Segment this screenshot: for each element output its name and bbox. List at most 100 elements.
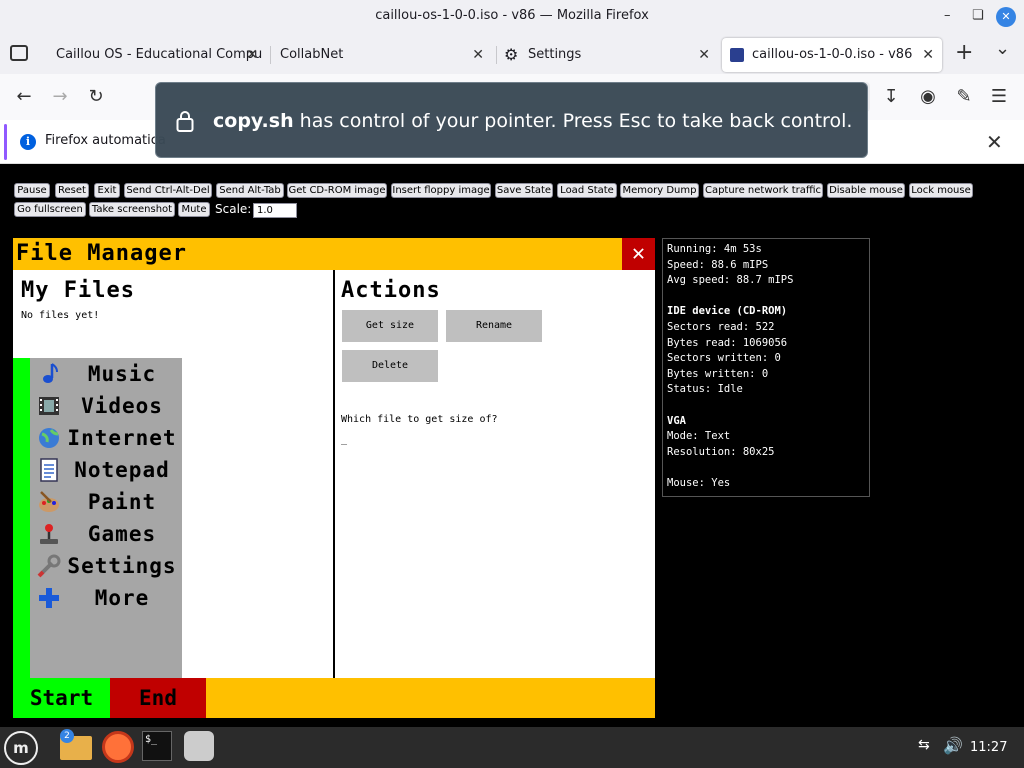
pointer-lock-text: has control of your pointer. Press Esc t… [293, 110, 853, 132]
menu-item-internet[interactable]: Internet [30, 422, 182, 454]
notification-accent [4, 124, 7, 160]
menu-item-label: Paint [87, 490, 157, 514]
menu-item-label: Games [87, 522, 157, 546]
menu-item-label: Internet [67, 426, 177, 450]
hamburger-menu-icon[interactable]: ☰ [986, 84, 1012, 110]
download-icon[interactable]: ↧ [878, 84, 904, 110]
menu-item-videos[interactable]: Videos [30, 390, 182, 422]
reload-icon[interactable]: ↻ [83, 84, 109, 110]
terminal-icon[interactable]: $_ [142, 731, 172, 761]
tab-close-icon[interactable]: ✕ [922, 38, 934, 72]
get-size-button[interactable]: Get size [342, 310, 438, 342]
pane-divider [333, 270, 335, 678]
end-button[interactable]: End [110, 678, 206, 718]
text-cursor: _ [341, 434, 348, 445]
send-alt-tab-button[interactable]: Send Alt-Tab [216, 183, 284, 198]
save-state-button[interactable]: Save State [495, 183, 553, 198]
actions-heading: Actions [341, 278, 441, 303]
menu-item-settings[interactable]: Settings [30, 550, 182, 582]
tab-bar: Caillou OS - Educational Compu ✕ CollabN… [0, 34, 1024, 74]
menu-item-more[interactable]: More [30, 582, 182, 614]
minimize-icon[interactable]: – [944, 0, 951, 32]
menu-item-paint[interactable]: Paint [30, 486, 182, 518]
stats-heading: VGA [667, 414, 686, 427]
memory-dump-button[interactable]: Memory Dump [620, 183, 699, 198]
stats-line: Bytes read: 1069056 [667, 336, 788, 349]
stats-line: Resolution: 80x25 [667, 445, 775, 458]
window-titlebar: caillou-os-1-0-0.iso - v86 — Mozilla Fir… [0, 0, 1024, 34]
stats-line: Speed: 88.6 mIPS [667, 258, 769, 271]
stats-line: Running: 4m 53s [667, 243, 762, 255]
tab-v86[interactable]: caillou-os-1-0-0.iso - v86 ✕ [722, 38, 942, 72]
list-all-tabs-button[interactable]: ⌄ [995, 38, 1010, 59]
notepad-icon [36, 457, 62, 483]
mute-button[interactable]: Mute [178, 202, 210, 217]
menu-item-label: Videos [81, 394, 163, 418]
rename-button[interactable]: Rename [446, 310, 542, 342]
volume-icon[interactable]: 🔊 [943, 736, 963, 755]
stats-line: Bytes written: 0 [667, 367, 769, 380]
exit-button[interactable]: Exit [94, 183, 120, 198]
reset-button[interactable]: Reset [55, 183, 89, 198]
forward-arrow-icon[interactable]: → [47, 84, 73, 110]
disk-icon[interactable] [184, 731, 214, 761]
load-state-button[interactable]: Load State [557, 183, 617, 198]
back-arrow-icon[interactable]: ← [11, 84, 37, 110]
wrench-icon [36, 553, 62, 579]
close-icon[interactable]: ✕ [996, 7, 1016, 27]
account-icon[interactable]: ◉ [915, 84, 941, 110]
notification-text: Firefox automatica [45, 133, 165, 148]
plus-icon [36, 585, 62, 611]
stats-heading: IDE device (CD-ROM) [667, 305, 788, 318]
emulator-stats-panel: Running: 4m 53s Speed: 88.6 mIPS Avg speed… [662, 238, 870, 497]
firefox-view-icon[interactable] [10, 45, 28, 61]
insert-floppy-image-button[interactable]: Insert floppy image [391, 183, 491, 198]
tab-collabnet[interactable]: CollabNet ✕ [270, 38, 492, 72]
menu-item-notepad[interactable]: Notepad [30, 454, 182, 486]
menu-item-label: Music [87, 362, 157, 386]
go-fullscreen-button[interactable]: Go fullscreen [14, 202, 86, 217]
get-cd-rom-image-button[interactable]: Get CD-ROM image [287, 183, 387, 198]
tab-label: caillou-os-1-0-0.iso - v86 [752, 47, 913, 62]
extensions-icon[interactable]: ✎ [951, 84, 977, 110]
file-manager-title: File Manager [13, 238, 655, 270]
take-screenshot-button[interactable]: Take screenshot [89, 202, 175, 217]
delete-button[interactable]: Delete [342, 350, 438, 382]
menu-item-label: More [94, 586, 150, 610]
stats-line: Mode: Text [667, 430, 731, 443]
mint-menu-icon[interactable]: m [4, 731, 38, 765]
network-icon[interactable]: ⇆ [918, 737, 930, 753]
menu-item-music[interactable]: Music [30, 358, 182, 390]
stats-line: Sectors written: 0 [667, 352, 781, 365]
emulator-screen[interactable]: File Manager ✕ My Files No files yet! Ac… [13, 238, 655, 718]
start-button[interactable]: Start [13, 678, 110, 718]
disable-mouse-button[interactable]: Disable mouse [827, 183, 905, 198]
lock-mouse-button[interactable]: Lock mouse [909, 183, 973, 198]
clock[interactable]: 11:27 [970, 727, 1007, 768]
tab-close-icon[interactable]: ✕ [246, 38, 258, 72]
tab-settings[interactable]: ⚙ Settings ✕ [496, 38, 718, 72]
stats-line: Avg speed: 88.7 mIPS [667, 274, 794, 287]
my-files-heading: My Files [21, 278, 135, 303]
tab-close-icon[interactable]: ✕ [472, 38, 484, 72]
scale-input[interactable]: 1.0 [253, 203, 297, 218]
size-prompt: Which file to get size of? [341, 414, 498, 425]
firefox-icon[interactable] [102, 731, 134, 763]
restore-icon[interactable]: ❏ [972, 0, 984, 32]
scale-label: Scale: [215, 202, 252, 216]
pause-button[interactable]: Pause [14, 183, 50, 198]
tab-close-icon[interactable]: ✕ [698, 38, 710, 72]
menu-item-games[interactable]: Games [30, 518, 182, 550]
menu-green-edge [13, 358, 30, 678]
send-ctrl-alt-del-button[interactable]: Send Ctrl-Alt-Del [124, 183, 212, 198]
film-icon [36, 393, 62, 419]
music-note-icon [36, 361, 62, 387]
tab-caillou-os[interactable]: Caillou OS - Educational Compu ✕ [46, 38, 266, 72]
stats-line [667, 289, 865, 305]
notification-close-icon[interactable]: ✕ [986, 130, 1003, 154]
tab-label: CollabNet [280, 47, 344, 62]
os-taskbar: m 2 $_ ⇆ 🔊 11:27 [0, 727, 1024, 768]
capture-network-traffic-button[interactable]: Capture network traffic [703, 183, 823, 198]
file-manager-close-button[interactable]: ✕ [622, 238, 655, 270]
new-tab-button[interactable]: + [955, 40, 973, 65]
